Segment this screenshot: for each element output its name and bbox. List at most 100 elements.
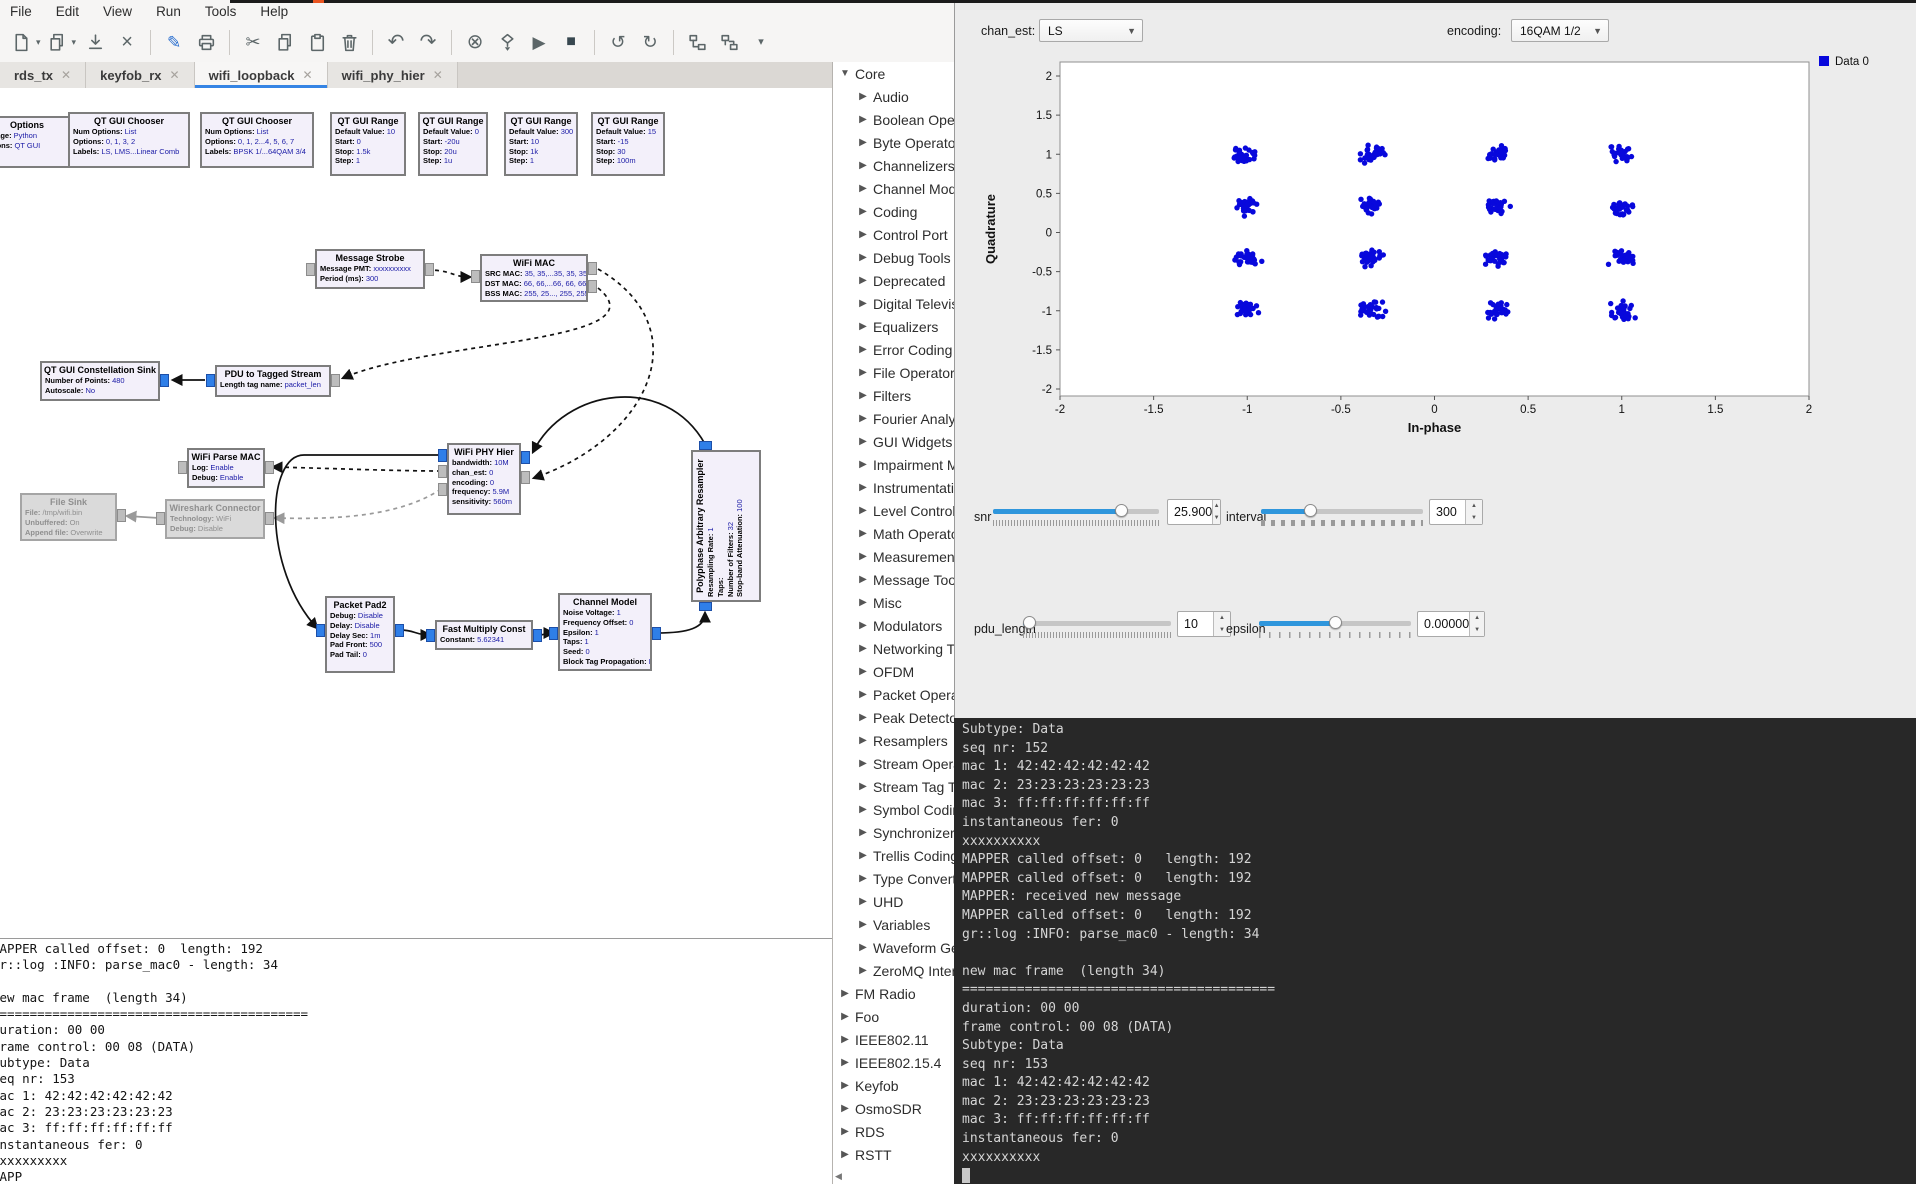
library-item-control-port[interactable]: ▶Control Port <box>833 223 955 246</box>
library-item-resamplers[interactable]: ▶Resamplers <box>833 729 955 752</box>
tree-collapsed-icon[interactable]: ▶ <box>857 597 869 608</box>
pdu_length-slider[interactable] <box>1023 621 1171 626</box>
message-port[interactable] <box>425 263 434 276</box>
message-port[interactable] <box>438 483 447 496</box>
redo-button[interactable]: ↷ <box>415 28 441 56</box>
collapse-panel-icon[interactable]: ◀ <box>835 1171 842 1182</box>
tree-collapsed-icon[interactable]: ▶ <box>857 344 869 355</box>
block-packet-pad2[interactable]: Packet Pad2Debug: DisableDelay: DisableD… <box>325 596 395 673</box>
library-item-stream-operators[interactable]: ▶Stream Operators <box>833 752 955 775</box>
tree-collapsed-icon[interactable]: ▶ <box>857 436 869 447</box>
tree-collapsed-icon[interactable]: ▶ <box>857 574 869 585</box>
stream-port[interactable] <box>549 627 558 640</box>
tree-collapsed-icon[interactable]: ▶ <box>857 942 869 953</box>
stream-port[interactable] <box>206 374 215 387</box>
library-item-file-operators[interactable]: ▶File Operators <box>833 361 955 384</box>
tree-collapsed-icon[interactable]: ▶ <box>857 137 869 148</box>
undo-button[interactable]: ↶ <box>383 28 409 56</box>
tab-wifi_loopback[interactable]: wifi_loopback✕ <box>195 62 328 88</box>
tree-collapsed-icon[interactable]: ▶ <box>839 988 851 999</box>
library-item-ofdm[interactable]: ▶OFDM <box>833 660 955 683</box>
block-qtgui-chooser-2[interactable]: QT GUI ChooserNum Options: ListOptions: … <box>200 112 314 168</box>
refresh-button[interactable]: ↻ <box>637 28 663 56</box>
tree-collapsed-icon[interactable]: ▶ <box>839 1149 851 1160</box>
tree-collapsed-icon[interactable]: ▶ <box>857 413 869 424</box>
block-qtgui-range-4[interactable]: QT GUI RangeDefault Value: 15Start: -15S… <box>591 112 665 176</box>
message-port[interactable] <box>117 509 126 522</box>
library-item-symbol-coding[interactable]: ▶Symbol Coding <box>833 798 955 821</box>
block-file-sink[interactable]: File SinkFile: /tmp/wifi.binUnbuffered: … <box>20 493 117 541</box>
library-item-waveform-generators[interactable]: ▶Waveform Generators <box>833 936 955 959</box>
library-item-channelizers[interactable]: ▶Channelizers <box>833 154 955 177</box>
stream-port[interactable] <box>699 602 712 611</box>
tree-collapsed-icon[interactable]: ▶ <box>857 114 869 125</box>
block-fast-multiply-const[interactable]: Fast Multiply ConstConstant: 5.62341 <box>435 620 533 650</box>
menu-run[interactable]: Run <box>156 4 181 19</box>
tree-collapsed-icon[interactable]: ▶ <box>857 643 869 654</box>
tree-collapsed-icon[interactable]: ▶ <box>857 482 869 493</box>
library-item-audio[interactable]: ▶Audio <box>833 85 955 108</box>
tree-collapsed-icon[interactable]: ▶ <box>857 781 869 792</box>
pdu_length-slider-handle[interactable] <box>1023 616 1036 629</box>
tree-collapsed-icon[interactable]: ▶ <box>857 229 869 240</box>
tree-collapsed-icon[interactable]: ▶ <box>857 896 869 907</box>
library-item-filters[interactable]: ▶Filters <box>833 384 955 407</box>
paste-button[interactable] <box>304 28 330 56</box>
message-port[interactable] <box>471 270 480 283</box>
library-item-core[interactable]: ▼Core <box>833 62 955 85</box>
library-item-error-coding[interactable]: ▶Error Coding <box>833 338 955 361</box>
errors-button[interactable]: ⊗ <box>462 28 488 56</box>
block-wireshark-connector[interactable]: Wireshark ConnectorTechnology: WiFiDebug… <box>165 499 265 539</box>
library-item-packet-operators[interactable]: ▶Packet Operators <box>833 683 955 706</box>
tree-collapsed-icon[interactable]: ▶ <box>857 712 869 723</box>
tree-collapsed-icon[interactable]: ▶ <box>839 1011 851 1022</box>
reload-button[interactable]: ↺ <box>605 28 631 56</box>
message-port[interactable] <box>588 280 597 293</box>
tree-collapsed-icon[interactable]: ▶ <box>857 298 869 309</box>
message-port[interactable] <box>265 512 274 525</box>
library-item-trellis-coding[interactable]: ▶Trellis Coding <box>833 844 955 867</box>
save-button[interactable] <box>82 28 108 56</box>
tree-collapsed-icon[interactable]: ▶ <box>857 827 869 838</box>
interval-slider-handle[interactable] <box>1304 504 1317 517</box>
library-item-variables[interactable]: ▶Variables <box>833 913 955 936</box>
flowgraph-canvas[interactable]: OptionsOutput Language: PythonGenerate O… <box>0 88 832 938</box>
stream-port[interactable] <box>395 624 404 637</box>
message-port[interactable] <box>521 471 530 484</box>
tree-collapsed-icon[interactable]: ▶ <box>839 1080 851 1091</box>
tree-collapsed-icon[interactable]: ▶ <box>857 919 869 930</box>
library-item-modulators[interactable]: ▶Modulators <box>833 614 955 637</box>
tab-wifi_phy_hier[interactable]: wifi_phy_hier✕ <box>328 62 458 88</box>
snr-slider[interactable] <box>993 509 1159 514</box>
edit-mode-button[interactable]: ✎ <box>161 28 187 56</box>
tree-collapsed-icon[interactable]: ▶ <box>857 758 869 769</box>
snr-spin-down-button[interactable]: ▼ <box>1213 512 1220 524</box>
tab-close-icon[interactable]: ✕ <box>303 68 313 82</box>
library-item-byte-operators[interactable]: ▶Byte Operators <box>833 131 955 154</box>
tab-close-icon[interactable]: ✕ <box>170 68 180 82</box>
library-item-networking-tools[interactable]: ▶Networking Tools <box>833 637 955 660</box>
block-qtgui-chooser-1[interactable]: QT GUI ChooserNum Options: ListOptions: … <box>68 112 190 168</box>
message-port[interactable] <box>588 262 597 275</box>
stream-port[interactable] <box>521 451 530 464</box>
message-port[interactable] <box>156 512 165 525</box>
library-item-stream-tag-tools[interactable]: ▶Stream Tag Tools <box>833 775 955 798</box>
generate-button[interactable] <box>494 28 520 56</box>
screen-capture-button[interactable] <box>193 28 219 56</box>
copy-button[interactable] <box>272 28 298 56</box>
interval-slider[interactable] <box>1261 509 1423 514</box>
tree-collapsed-icon[interactable]: ▶ <box>857 689 869 700</box>
message-port[interactable] <box>306 263 315 276</box>
library-item-impairment-models[interactable]: ▶Impairment Models <box>833 453 955 476</box>
snr-slider-handle[interactable] <box>1115 504 1128 517</box>
library-item-boolean-operators[interactable]: ▶Boolean Operators <box>833 108 955 131</box>
interval-spinbox[interactable]: 300▲▼ <box>1429 499 1483 525</box>
library-item-gui-widgets[interactable]: ▶GUI Widgets <box>833 430 955 453</box>
library-item-uhd[interactable]: ▶UHD <box>833 890 955 913</box>
stream-port[interactable] <box>699 441 712 450</box>
library-item-rstt[interactable]: ▶RSTT <box>833 1143 955 1166</box>
epsilon-spin-up-button[interactable]: ▲ <box>1470 612 1484 624</box>
menu-help[interactable]: Help <box>260 4 288 19</box>
snr-spin-up-button[interactable]: ▲ <box>1213 500 1220 512</box>
library-item-foo[interactable]: ▶Foo <box>833 1005 955 1028</box>
